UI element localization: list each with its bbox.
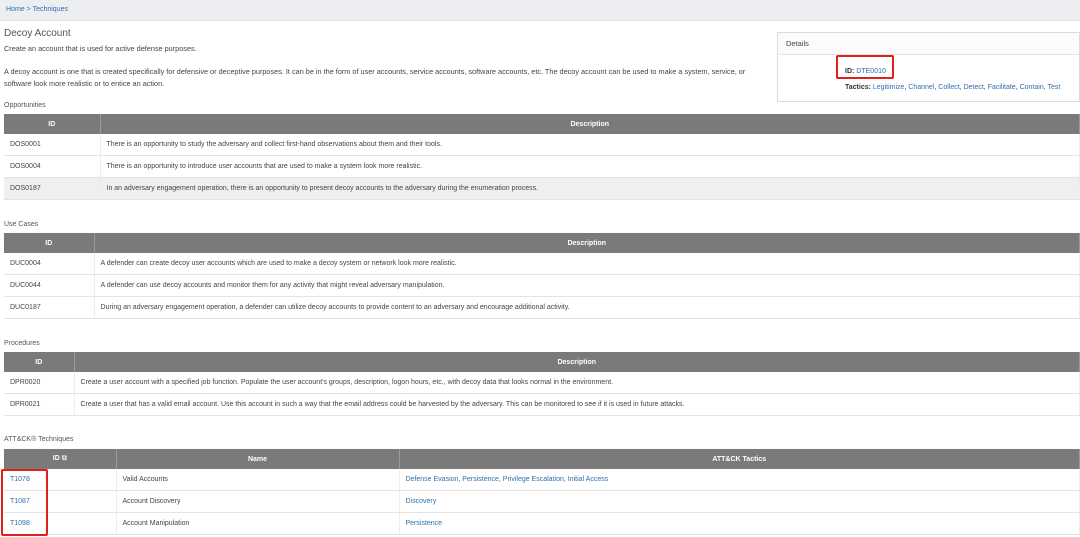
opportunity-id: DOS0004 <box>4 155 101 178</box>
table-row: T1098 Account Manipulation Persistence <box>4 512 1080 535</box>
technique-name: Account Manipulation <box>116 512 400 535</box>
tactic-link-channel[interactable]: Channel <box>908 84 934 91</box>
tactic-link-test[interactable]: Test <box>1048 84 1061 91</box>
opportunity-id: DOS0187 <box>4 177 101 200</box>
tactic-link-detect[interactable]: Detect <box>964 84 984 91</box>
technique-name: Account Discovery <box>116 490 400 513</box>
use-case-description: During an adversary engagement operation… <box>94 296 1080 319</box>
opportunities-header-description[interactable]: Description <box>100 114 1080 134</box>
procedure-id: DPR0020 <box>4 372 75 394</box>
details-tactics-list: Legitimize, Channel, Collect, Detect, Fa… <box>872 84 1061 91</box>
breadcrumb-separator: > <box>26 6 31 13</box>
table-row: T1087 Account Discovery Discovery <box>4 490 1080 513</box>
table-row: DOS0187 In an adversary engagement opera… <box>4 177 1080 200</box>
technique-tactics-link[interactable]: Defense Evasion, Persistence, Privilege … <box>406 476 609 483</box>
use-cases-label: Use Cases <box>4 221 39 228</box>
use-cases-header-id[interactable]: ID <box>4 233 95 253</box>
procedure-description: Create a user account with a specified j… <box>74 372 1080 394</box>
use-cases-header-description[interactable]: Description <box>94 233 1080 253</box>
attack-techniques-label: ATT&CK® Techniques <box>4 436 74 443</box>
technique-name: Valid Accounts <box>116 469 400 491</box>
attack-header-tactics[interactable]: ATT&CK Tactics <box>399 449 1080 469</box>
table-row: DUC0187 During an adversary engagement o… <box>4 296 1080 319</box>
tactic-link-collect[interactable]: Collect <box>938 84 959 91</box>
opportunities-header-id[interactable]: ID <box>4 114 101 134</box>
tactic-link-contain[interactable]: Contain <box>1020 84 1044 91</box>
procedures-label: Procedures <box>4 340 40 347</box>
use-case-id: DUC0044 <box>4 274 95 297</box>
opportunity-id: DOS0001 <box>4 134 101 156</box>
table-row: DOS0004 There is an opportunity to intro… <box>4 155 1080 178</box>
procedure-id: DPR0021 <box>4 393 75 416</box>
use-cases-table: ID Description DUC0004 A defender can cr… <box>4 233 1080 319</box>
details-tactics-label: Tactics: <box>845 84 871 91</box>
procedures-header-description[interactable]: Description <box>74 352 1080 372</box>
highlight-box-technique-ids <box>1 469 48 536</box>
use-case-id: DUC0187 <box>4 296 95 319</box>
breadcrumb-current[interactable]: Techniques <box>33 6 68 13</box>
opportunity-description: In an adversary engagement operation, th… <box>100 177 1080 200</box>
table-row: DUC0044 A defender can use decoy account… <box>4 274 1080 297</box>
technique-tactics-link[interactable]: Discovery <box>406 498 437 505</box>
use-case-description: A defender can use decoy accounts and mo… <box>94 274 1080 297</box>
breadcrumb-bar: Home > Techniques <box>0 0 1080 21</box>
page-title: Decoy Account <box>4 28 71 39</box>
page-summary: Create an account that is used for activ… <box>4 44 197 53</box>
attack-techniques-table: ID ⧉ Name ATT&CK Tactics T1078 Valid Acco… <box>4 449 1080 535</box>
breadcrumb-home-link[interactable]: Home <box>6 6 25 13</box>
table-row: T1078 Valid Accounts Defense Evasion, Pe… <box>4 469 1080 491</box>
use-case-description: A defender can create decoy user account… <box>94 253 1080 275</box>
details-panel: Details ID: DTE0010 Tactics: Legitimize,… <box>777 32 1080 102</box>
breadcrumb: Home > Techniques <box>6 6 68 13</box>
tactic-link-legitimize[interactable]: Legitimize <box>873 84 905 91</box>
procedures-table: ID Description DPR0020 Create a user acc… <box>4 352 1080 416</box>
table-row: DPR0020 Create a user account with a spe… <box>4 372 1080 394</box>
details-header: Details <box>778 33 1079 55</box>
procedures-header-id[interactable]: ID <box>4 352 75 372</box>
page-description: A decoy account is one that is created s… <box>4 67 746 88</box>
table-row: DUC0004 A defender can create decoy user… <box>4 253 1080 275</box>
attack-header-id[interactable]: ID ⧉ <box>4 449 117 469</box>
use-case-id: DUC0004 <box>4 253 95 275</box>
details-tactics: Tactics: Legitimize, Channel, Collect, D… <box>845 84 1060 91</box>
tactic-link-facilitate[interactable]: Facilitate <box>988 84 1016 91</box>
table-row: DPR0021 Create a user that has a valid e… <box>4 393 1080 416</box>
opportunities-label: Opportunities <box>4 102 46 109</box>
opportunities-table: ID Description DOS0001 There is an oppor… <box>4 114 1080 200</box>
attack-header-name[interactable]: Name <box>116 449 400 469</box>
procedure-description: Create a user that has a valid email acc… <box>74 393 1080 416</box>
table-row: DOS0001 There is an opportunity to study… <box>4 134 1080 156</box>
attack-header-id-label: ID <box>52 455 60 462</box>
external-link-icon: ⧉ <box>61 455 67 462</box>
highlight-box-details-id <box>836 55 894 79</box>
opportunity-description: There is an opportunity to introduce use… <box>100 155 1080 178</box>
technique-tactics-link[interactable]: Persistence <box>406 520 443 527</box>
opportunity-description: There is an opportunity to study the adv… <box>100 134 1080 156</box>
